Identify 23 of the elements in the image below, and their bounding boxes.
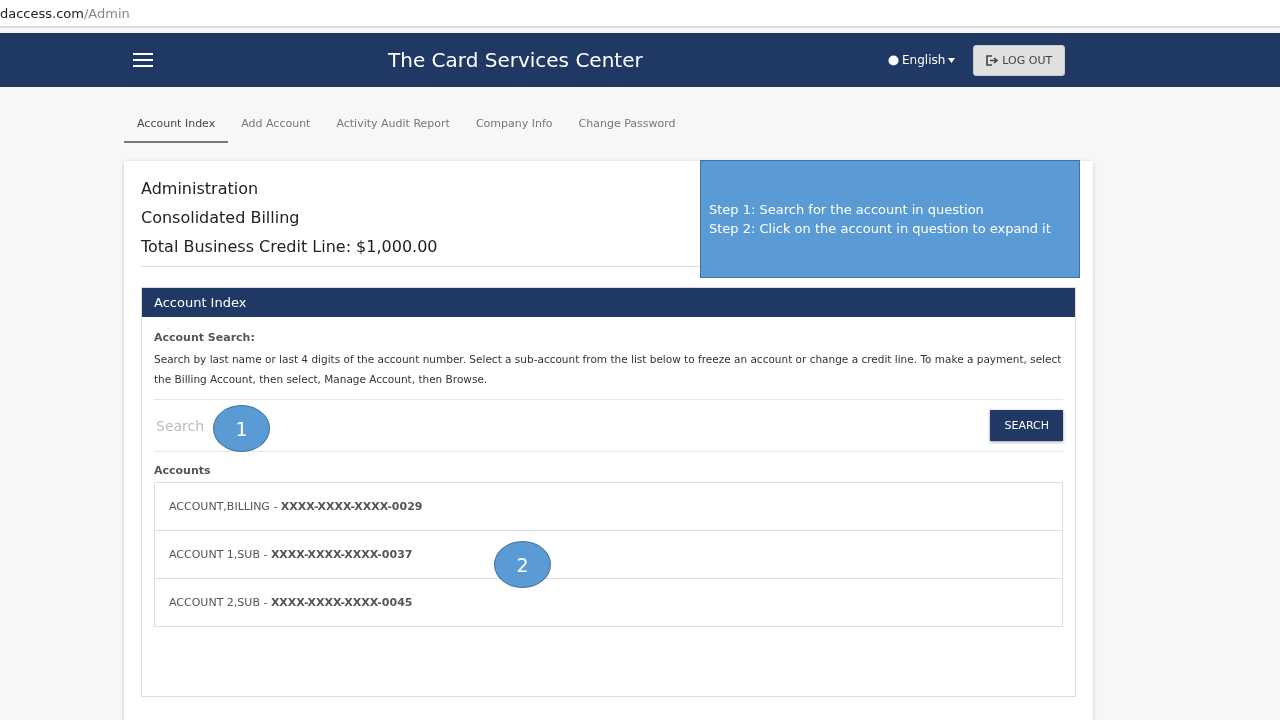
- logout-button[interactable]: LOG OUT: [973, 44, 1066, 76]
- nav-tab[interactable]: Add Account: [228, 105, 324, 143]
- account-row[interactable]: ACCOUNT,BILLING - XXXX-XXXX-XXXX-0029: [155, 483, 1062, 531]
- nav-tab[interactable]: Activity Audit Report: [323, 105, 463, 143]
- panel-header: Account Index: [142, 288, 1075, 317]
- nav-tab[interactable]: Change Password: [565, 105, 689, 143]
- summary-heading: Total Business Credit Line: $1,000.00: [141, 237, 438, 256]
- summary-heading: Administration: [141, 179, 259, 198]
- url-domain: daccess.com: [0, 5, 84, 21]
- caret-icon: [948, 57, 956, 63]
- url-path: /Admin: [83, 5, 130, 21]
- help-text: Search by last name or last 4 digits of the account number. Select a sub-account from the list below to freeze an account or change a credit line. To make a payment, select the Billing Account, then select, Manage Account, then Browse.: [154, 349, 1063, 400]
- nav-tab[interactable]: Company Info: [462, 105, 566, 143]
- nav-tab[interactable]: Account Index: [124, 105, 229, 143]
- menu-icon[interactable]: [133, 52, 153, 68]
- search-button[interactable]: SEARCH: [990, 410, 1063, 441]
- summary-heading: Consolidated Billing: [141, 208, 300, 227]
- language-dropdown[interactable]: English: [888, 53, 956, 67]
- instruction-callout: Step 1: Search for the account in question Step 2: Click on the account in question to expand it: [700, 160, 1080, 278]
- sign-out-icon: [986, 54, 999, 66]
- site-title: The Card Services Center: [388, 48, 644, 72]
- section-heading: Accounts: [154, 464, 212, 477]
- section-heading: Account Search:: [154, 331, 256, 344]
